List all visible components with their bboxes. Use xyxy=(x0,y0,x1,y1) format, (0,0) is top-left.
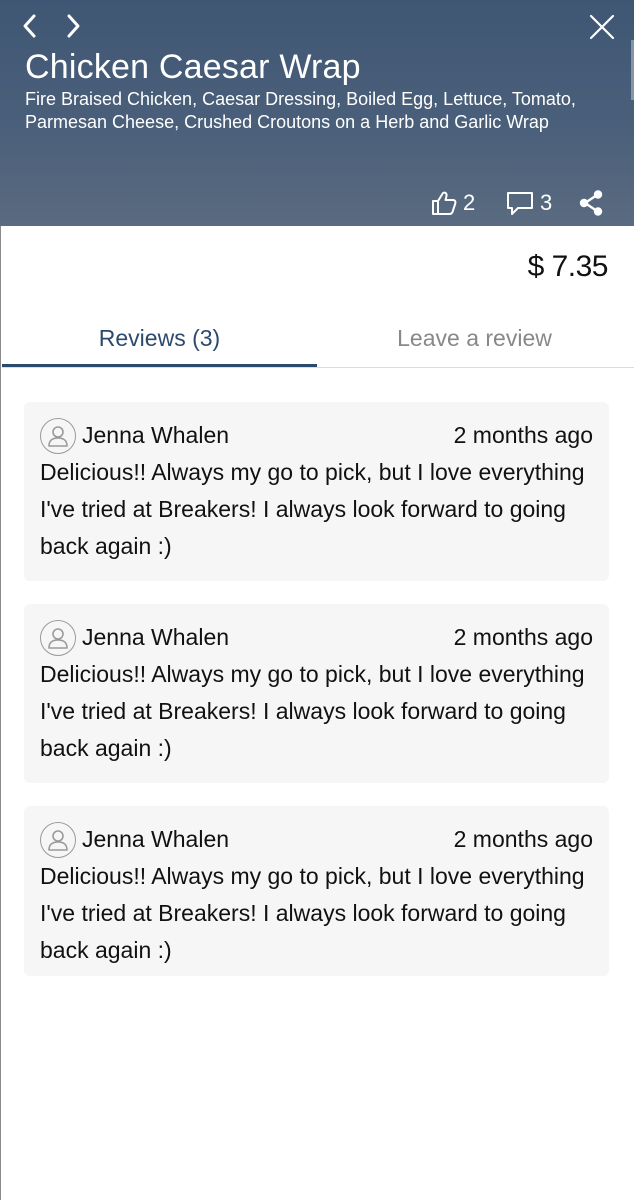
comment-count: 3 xyxy=(540,190,553,215)
avatar xyxy=(40,418,76,454)
item-header: Chicken Caesar Wrap Fire Braised Chicken… xyxy=(0,0,634,226)
user-icon xyxy=(48,426,68,447)
like-count: 2 xyxy=(463,190,476,215)
back-button[interactable] xyxy=(12,8,48,44)
avatar xyxy=(40,822,76,858)
review-card: Jenna Whalen 2 months ago Delicious!! Al… xyxy=(24,604,609,783)
review-text: Delicious!! Always my go to pick, but I … xyxy=(40,661,585,761)
tab-reviews[interactable]: Reviews (3) xyxy=(2,312,317,367)
chevron-right-icon xyxy=(67,14,80,38)
review-time: 2 months ago xyxy=(453,826,593,852)
review-card: Jenna Whalen 2 months ago Delicious!! Al… xyxy=(24,402,609,581)
review-text: Delicious!! Always my go to pick, but I … xyxy=(40,863,585,963)
item-price: $ 7.35 xyxy=(527,250,609,283)
review-time: 2 months ago xyxy=(453,422,593,448)
reviewer-name: Jenna Whalen xyxy=(82,624,230,650)
review-text: Delicious!! Always my go to pick, but I … xyxy=(40,459,585,559)
avatar xyxy=(40,620,76,656)
share-button[interactable] xyxy=(578,186,604,220)
review-tabs: Reviews (3) Leave a review xyxy=(2,312,634,368)
review-time: 2 months ago xyxy=(453,624,593,650)
reviewer-name: Jenna Whalen xyxy=(82,422,230,448)
share-icon xyxy=(579,190,603,216)
review-card: Jenna Whalen 2 months ago Delicious!! Al… xyxy=(24,806,609,976)
like-button[interactable]: 2 xyxy=(431,186,475,220)
comment-button[interactable]: 3 xyxy=(506,186,552,220)
close-button[interactable] xyxy=(584,9,620,45)
close-icon xyxy=(589,14,615,40)
item-title: Chicken Caesar Wrap xyxy=(25,48,361,86)
chevron-left-icon xyxy=(23,14,36,38)
tab-leave-review[interactable]: Leave a review xyxy=(317,312,632,365)
comment-icon xyxy=(507,192,533,215)
item-description: Fire Braised Chicken, Caesar Dressing, B… xyxy=(25,89,576,132)
thumbs-up-icon xyxy=(432,191,457,215)
user-icon xyxy=(48,830,68,851)
reviewer-name: Jenna Whalen xyxy=(82,826,230,852)
forward-button[interactable] xyxy=(55,8,91,44)
user-icon xyxy=(48,628,68,649)
